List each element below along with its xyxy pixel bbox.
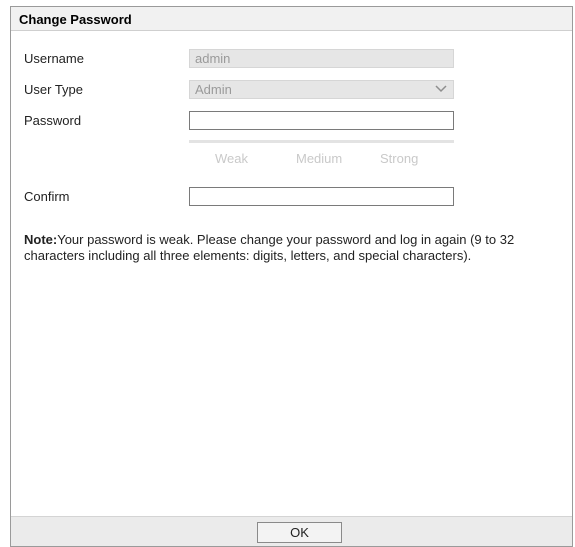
chevron-down-icon: [435, 85, 447, 93]
password-label: Password: [24, 113, 82, 128]
dialog-footer: OK: [11, 516, 572, 546]
confirm-field[interactable]: [189, 187, 454, 206]
note-prefix: Note:: [24, 232, 58, 247]
username-label: Username: [24, 51, 84, 66]
password-note: Note:Your password is weak. Please chang…: [24, 232, 564, 264]
user-type-value: Admin: [195, 82, 232, 97]
ok-button[interactable]: OK: [257, 522, 342, 543]
strength-strong-label: Strong: [380, 151, 419, 166]
change-password-dialog: Change Password Username User Type Admin…: [10, 6, 573, 547]
username-field: [189, 49, 454, 68]
user-type-label: User Type: [24, 82, 84, 97]
confirm-label: Confirm: [24, 189, 70, 204]
password-strength-bar: [189, 140, 454, 143]
password-field[interactable]: [189, 111, 454, 130]
dialog-title-bar: Change Password: [11, 7, 572, 31]
strength-medium-label: Medium: [296, 151, 343, 166]
strength-weak-label: Weak: [215, 151, 248, 166]
user-type-select: Admin: [189, 80, 454, 99]
note-text: Your password is weak. Please change you…: [24, 232, 515, 263]
dialog-title: Change Password: [19, 12, 132, 27]
